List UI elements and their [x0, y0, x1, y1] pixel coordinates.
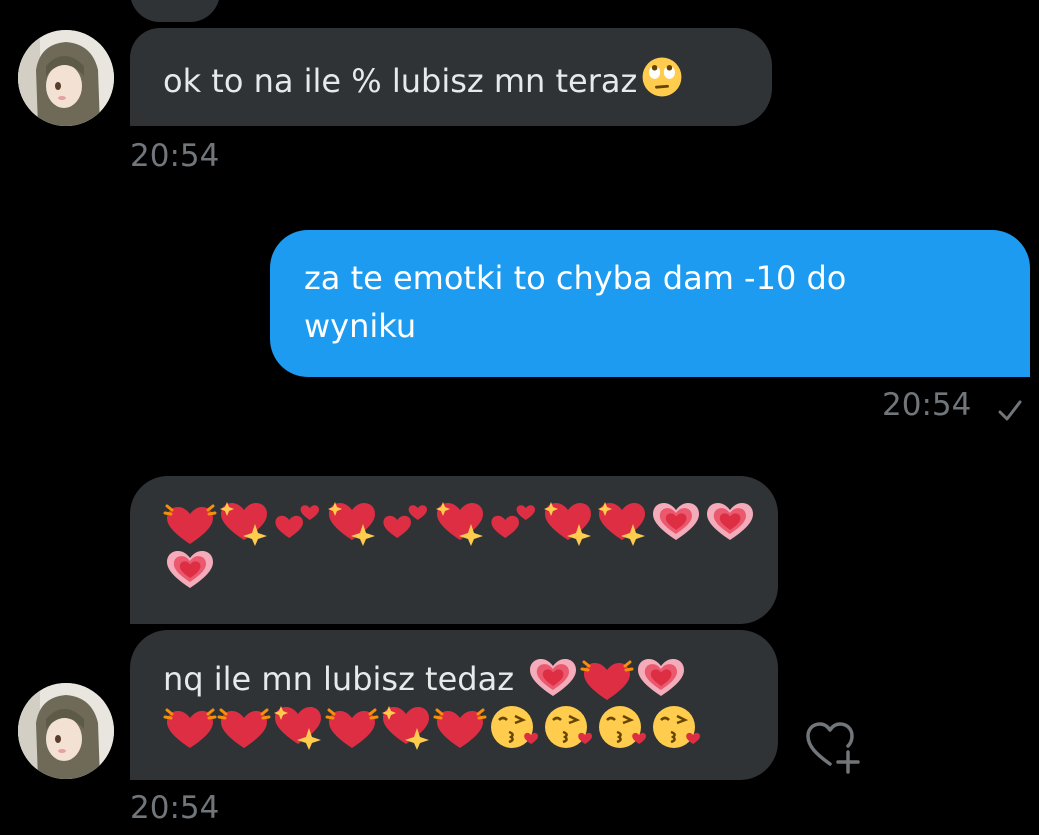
- message-bubble-incoming[interactable]: [130, 476, 778, 624]
- add-reaction-button[interactable]: [802, 716, 866, 780]
- message-timestamp: 20:54: [130, 790, 220, 826]
- emoji-row: [163, 547, 778, 595]
- beating-heart-emoji: [433, 704, 487, 750]
- sparkling-heart-emoji: [595, 500, 649, 546]
- sparkling-heart-emoji: [217, 500, 271, 546]
- sparkling-heart-emoji: [541, 500, 595, 546]
- beating-heart-emoji: [325, 704, 379, 750]
- avatar-image: [18, 30, 114, 126]
- avatar-image: [18, 683, 114, 779]
- two-hearts-emoji: [271, 500, 325, 546]
- beating-heart-emoji: [580, 656, 634, 702]
- beating-heart-emoji: [163, 500, 217, 546]
- growing-heart-emoji: [703, 500, 757, 546]
- growing-heart-emoji: [634, 656, 688, 702]
- message-text-line: wyniku: [304, 307, 417, 345]
- face-blowing-kiss-emoji: [487, 704, 541, 750]
- message-timestamp: 20:54: [882, 387, 972, 423]
- two-hearts-emoji: [379, 500, 433, 546]
- two-hearts-emoji: [487, 500, 541, 546]
- message-bubble-incoming[interactable]: ok to na ile % lubisz mn teraz: [130, 28, 772, 126]
- message-timestamp: 20:54: [130, 138, 220, 174]
- sparkling-heart-emoji: [379, 704, 433, 750]
- face-with-rolling-eyes-emoji: [637, 54, 687, 100]
- message-bubble-incoming[interactable]: nq ile mn lubisz tedaz: [130, 630, 778, 780]
- message-text-line: za te emotki to chyba dam -10 do: [304, 259, 847, 297]
- avatar[interactable]: [18, 30, 114, 126]
- sparkling-heart-emoji: [271, 704, 325, 750]
- emoji-row: [163, 703, 778, 751]
- emoji-row: [163, 499, 778, 547]
- growing-heart-emoji: [163, 548, 217, 594]
- sparkling-heart-emoji: [325, 500, 379, 546]
- heart-plus-icon: [806, 722, 860, 774]
- growing-heart-emoji: [649, 500, 703, 546]
- avatar[interactable]: [18, 683, 114, 779]
- beating-heart-emoji: [217, 704, 271, 750]
- face-blowing-kiss-emoji: [649, 704, 703, 750]
- beating-heart-emoji: [163, 704, 217, 750]
- face-blowing-kiss-emoji: [541, 704, 595, 750]
- sent-check-icon: [998, 400, 1022, 421]
- sparkling-heart-emoji: [433, 500, 487, 546]
- emoji-row: nq ile mn lubisz tedaz: [163, 655, 778, 703]
- message-text: nq ile mn lubisz tedaz: [163, 660, 514, 698]
- message-text: ok to na ile % lubisz mn teraz: [163, 62, 638, 100]
- message-bubble-outgoing[interactable]: za te emotki to chyba dam -10 do wyniku: [270, 230, 1030, 377]
- face-blowing-kiss-emoji: [595, 704, 649, 750]
- growing-heart-emoji: [526, 656, 580, 702]
- previous-message-bubble: [130, 0, 220, 22]
